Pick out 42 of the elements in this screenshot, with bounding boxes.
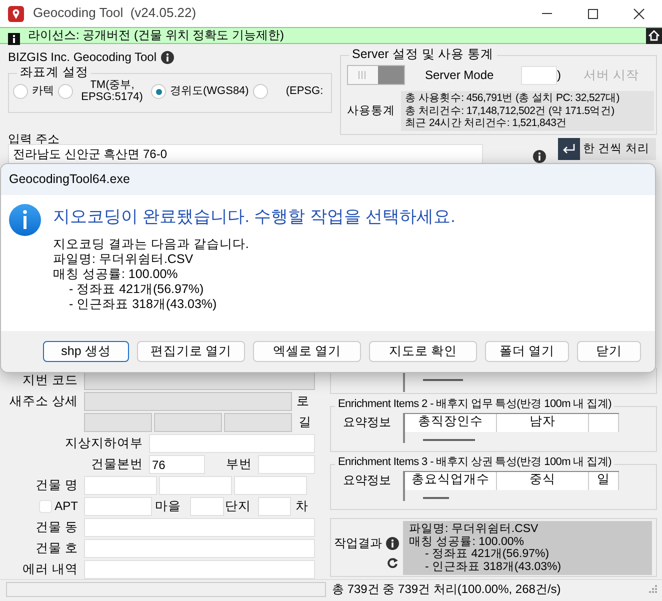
suffix-label: 길 [298, 414, 312, 430]
dialog-text: - 인근좌표 318개(43.03%) [68, 297, 218, 312]
dialog-title: GeocodingTool64.exe [1, 164, 655, 195]
field-label: 건물 동 [34, 520, 79, 536]
result-label: 작업결과 [334, 536, 382, 551]
field-label: 마을 [154, 498, 182, 514]
field-label: 건물본번 [90, 456, 144, 472]
stats-text: 총 사용횟수: 456,791번 (총 설치 PC: 32,527대) [405, 92, 620, 105]
stats-text: 총 처리건수: 17,148,712,502건 (약 171.5억건) [405, 104, 616, 118]
group-label: Enrichment Items 2 - 배후지 업무 특성(반경 100m 내 집계) [335, 398, 614, 412]
window-title: Geocoding Tool (v24.05.22) [33, 5, 196, 22]
status-text: 총 739건 중 739건 처리(100.00%, 268건/s) [332, 582, 562, 596]
dialog-text: 매칭 성공률: 100.00% [53, 267, 179, 282]
field-label: 부번 [225, 456, 253, 472]
field-label: 지번 코드 [22, 372, 79, 388]
dialog-text: 파일명: 무더위쉼터.CSV [53, 252, 194, 268]
license-text: 라이선스: 공개버전 (건물 위치 정확도 기능제한) [28, 28, 285, 43]
dialog-text: 지오코딩 결과는 다음과 같습니다. [53, 237, 250, 252]
server-mode-label: Server Mode [425, 68, 495, 82]
result-text: 파일명: 무더위쉼터.CSV [409, 523, 540, 536]
result-text: 매칭 성공률: 100.00% [409, 536, 525, 548]
field-label: 지상지하여부 [64, 436, 144, 452]
suffix-label: 차 [294, 498, 310, 514]
field-label: 새주소 상세 [8, 394, 79, 410]
field-label: 건물 호 [34, 540, 79, 556]
dialog-heading: 지오코딩이 완료됐습니다. 수행할 작업을 선택하세요. [53, 206, 456, 228]
dialog-text: - 정좌표 421개(56.97%) [68, 282, 205, 298]
app-name: BIZGIS Inc. Geocoding Tool [8, 50, 157, 65]
result-text: - 인근좌표 318개(43.03%) [424, 560, 562, 574]
suffix-label: 로 [296, 394, 310, 410]
group-label: 좌표계 설정 [17, 65, 92, 81]
stats-label: 사용통계 [347, 104, 396, 118]
result-text: - 정좌표 421개(56.97%) [424, 548, 550, 561]
summary-label: 요약정보 [342, 414, 392, 431]
group-label: Enrichment Items 3 - 배후지 상권 특성(반경 100m 내 집계) [335, 456, 614, 470]
bracket-text: ) [557, 68, 561, 82]
summary-label: 요약정보 [342, 472, 392, 489]
field-label: 건물 명 [34, 478, 79, 494]
field-label: 에러 내역 [22, 562, 79, 578]
group-label: Server 설정 및 사용 통계 [349, 47, 497, 63]
stats-text: 최근 24시간 처리건수: 1,521,843건 [405, 117, 568, 130]
field-label: 단지 [224, 498, 252, 514]
